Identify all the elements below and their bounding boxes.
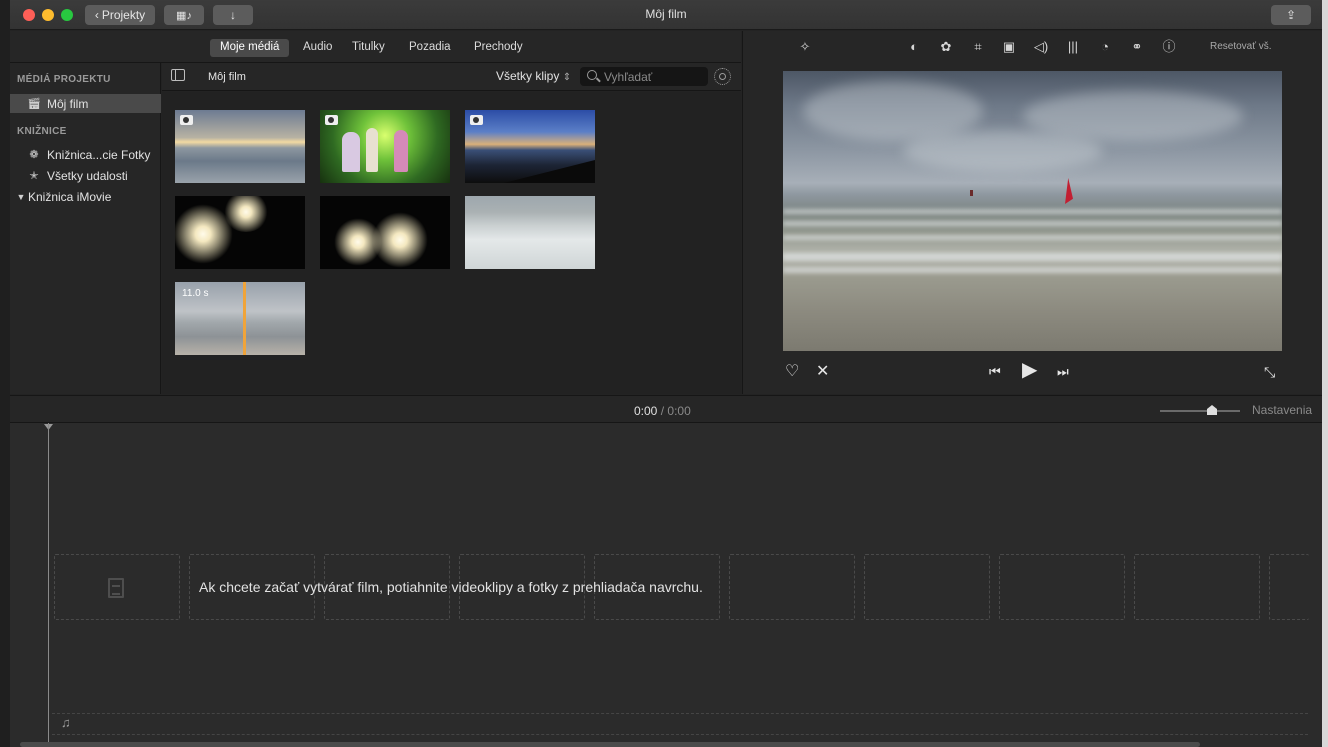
adjustments-bar: ✧ ◐ ✿ ⌗ ▣ ◁) ||| ◔ ⚭ ⓘ Resetovať vš. bbox=[743, 31, 1323, 63]
browser-toolbar: Môj film Všetky klipy ⇕ Vyhľadať bbox=[162, 63, 741, 91]
sidebar-toggle-icon[interactable] bbox=[171, 69, 185, 81]
clapper-icon: 🎬︎ bbox=[27, 98, 41, 110]
skip-back-icon[interactable]: ⏮ bbox=[989, 363, 1001, 381]
tab-audio[interactable]: Audio bbox=[293, 39, 342, 57]
camera-icon bbox=[470, 115, 483, 125]
camera-icon bbox=[180, 115, 193, 125]
timeline[interactable]: Ak chcete začať vytvárať film, potiahnit… bbox=[10, 423, 1322, 747]
reset-all-button[interactable]: Resetovať vš. bbox=[1210, 41, 1272, 52]
heart-icon[interactable]: ♡ bbox=[785, 363, 799, 381]
sidebar-item-label: Knižnica iMovie bbox=[28, 189, 112, 204]
time-separator: / bbox=[660, 404, 665, 418]
current-time: 0:00 bbox=[634, 404, 658, 418]
playhead-line bbox=[48, 423, 49, 743]
sidebar-item-label: Môj film bbox=[47, 96, 89, 111]
sidebar-item-label: Všetky udalosti bbox=[47, 168, 128, 183]
empty-clip-slot bbox=[864, 554, 990, 620]
clip-thumbnail[interactable] bbox=[465, 196, 595, 269]
window-edge bbox=[1322, 0, 1328, 747]
title-bar: ‹ Projekty ▦♪ ↓ Môj film ⇪ bbox=[10, 0, 1322, 30]
sidebar-item-photos-library[interactable]: ❁ Knižnica...cie Fotky bbox=[10, 145, 161, 164]
clip-filter-icon[interactable]: ⚭ bbox=[1129, 39, 1145, 55]
timeline-hint: Ak chcete začať vytvárať film, potiahnit… bbox=[199, 579, 703, 595]
clip-thumbnail[interactable] bbox=[320, 110, 450, 183]
share-icon: ⇪ bbox=[1285, 8, 1297, 22]
clips-filter-dropdown[interactable]: Všetky klipy ⇕ bbox=[496, 69, 571, 83]
window-title: Môj film bbox=[645, 7, 687, 21]
library-sidebar: MÉDIÁ PROJEKTU 🎬︎ Môj film KNIŽNICE ❁ Kn… bbox=[10, 63, 161, 394]
disclosure-triangle-icon[interactable]: ▼ bbox=[16, 192, 26, 202]
search-input[interactable]: Vyhľadať bbox=[604, 70, 652, 84]
search-field[interactable]: Vyhľadať bbox=[580, 67, 708, 86]
browser-title: Môj film bbox=[208, 71, 246, 83]
skip-forward-icon[interactable]: ⏭ bbox=[1057, 363, 1069, 381]
skimmer-playhead[interactable] bbox=[243, 282, 246, 355]
clip-thumbnail[interactable] bbox=[465, 110, 595, 183]
sidebar-item-project[interactable]: 🎬︎ Môj film bbox=[10, 94, 161, 113]
volume-icon[interactable]: ◁) bbox=[1033, 39, 1049, 55]
clip-duration: 11.0 s bbox=[182, 288, 209, 299]
timeline-settings-button[interactable]: Nastavenia bbox=[1252, 403, 1312, 417]
stabilization-icon[interactable]: ▣ bbox=[1001, 39, 1017, 55]
viewer-panel: ✧ ◐ ✿ ⌗ ▣ ◁) ||| ◔ ⚭ ⓘ Resetovať vš. ♡ ✕… bbox=[742, 31, 1322, 394]
sidebar-item-label: Knižnica...cie Fotky bbox=[47, 147, 151, 162]
browser-tabs: Moje médiá Audio Titulky Pozadia Prechod… bbox=[10, 31, 741, 63]
music-note-icon: ♫ bbox=[61, 715, 71, 730]
color-balance-icon[interactable]: ◐ bbox=[906, 39, 922, 55]
photos-library-icon: ❁ bbox=[29, 149, 39, 161]
info-icon[interactable]: ⓘ bbox=[1161, 39, 1177, 55]
tab-transitions[interactable]: Prechody bbox=[464, 39, 533, 57]
zoom-slider[interactable] bbox=[1160, 410, 1240, 412]
video-preview[interactable] bbox=[783, 71, 1282, 351]
clip-thumbnail[interactable] bbox=[175, 110, 305, 183]
windsurfer bbox=[1065, 178, 1073, 204]
sidebar-item-imovie-library[interactable]: ▼ Knižnica iMovie bbox=[10, 187, 161, 206]
star-icon: ✭ bbox=[29, 170, 39, 182]
empty-clip-slot bbox=[999, 554, 1125, 620]
updown-chevron-icon: ⇕ bbox=[562, 72, 572, 83]
empty-clip-slot bbox=[1134, 554, 1260, 620]
reject-icon[interactable]: ✕ bbox=[816, 363, 829, 381]
camera-icon bbox=[325, 115, 338, 125]
timecode: 0:00 / 0:00 bbox=[634, 404, 691, 418]
clip-thumbnail[interactable] bbox=[320, 196, 450, 269]
color-correction-icon[interactable]: ✿ bbox=[938, 39, 954, 55]
zoom-slider-knob[interactable] bbox=[1207, 405, 1217, 415]
empty-clip-slot bbox=[729, 554, 855, 620]
imovie-window: ‹ Projekty ▦♪ ↓ Môj film ⇪ Moje médiá Au… bbox=[10, 0, 1322, 747]
empty-clip-slot bbox=[1269, 554, 1309, 620]
windsurfer-distant bbox=[970, 190, 973, 196]
tab-backgrounds[interactable]: Pozadia bbox=[399, 39, 461, 57]
sidebar-item-all-events[interactable]: ✭ Všetky udalosti bbox=[10, 166, 161, 185]
speed-icon[interactable]: ◔ bbox=[1097, 39, 1113, 55]
project-media-header: MÉDIÁ PROJEKTU bbox=[17, 74, 111, 85]
play-icon[interactable]: ▶ bbox=[1022, 360, 1037, 380]
total-time: 0:00 bbox=[667, 404, 691, 418]
search-icon bbox=[587, 70, 597, 80]
libraries-header: KNIŽNICE bbox=[17, 126, 67, 137]
media-browser-grid: 11.0 s bbox=[162, 92, 741, 394]
horizontal-scrollbar[interactable] bbox=[20, 742, 1200, 747]
equalizer-icon[interactable]: ||| bbox=[1065, 39, 1081, 55]
crop-icon[interactable]: ⌗ bbox=[970, 39, 986, 55]
film-strip-icon bbox=[108, 578, 124, 598]
gear-icon[interactable] bbox=[714, 68, 731, 85]
share-button[interactable]: ⇪ bbox=[1271, 5, 1311, 25]
fullscreen-icon[interactable]: ⤡ bbox=[1264, 363, 1275, 381]
clips-filter-label: Všetky klipy bbox=[496, 69, 560, 83]
clip-thumbnail-selected[interactable]: 11.0 s bbox=[175, 282, 305, 355]
magic-wand-icon[interactable]: ✧ bbox=[797, 39, 813, 55]
tab-titles[interactable]: Titulky bbox=[342, 39, 395, 57]
clip-thumbnail[interactable] bbox=[175, 196, 305, 269]
timeline-header: 0:00 / 0:00 Nastavenia bbox=[10, 395, 1322, 423]
audio-lane[interactable] bbox=[52, 713, 1308, 735]
tab-my-media[interactable]: Moje médiá bbox=[210, 39, 290, 57]
